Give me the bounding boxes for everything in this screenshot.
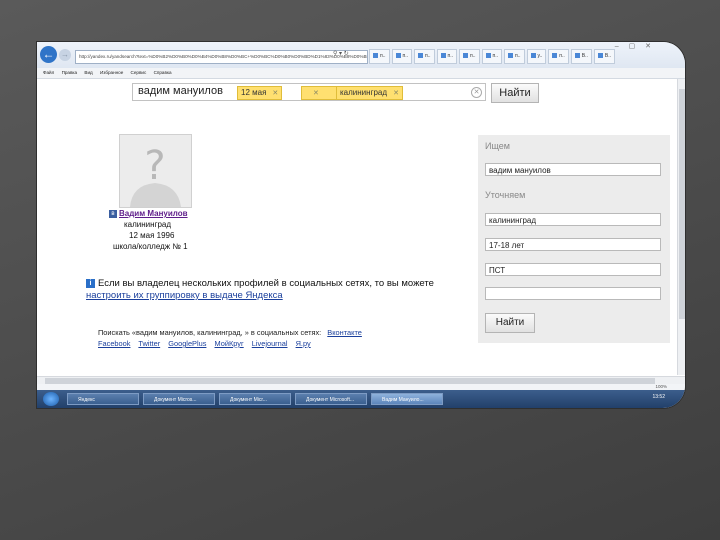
- network-link-facebook[interactable]: Facebook: [98, 339, 130, 348]
- unknown-user-icon: ?: [120, 135, 191, 207]
- menu-help[interactable]: Справка: [154, 70, 172, 75]
- grouping-info: i Если вы владелец нескольких профилей в …: [86, 278, 434, 301]
- page-icon: [508, 53, 513, 59]
- scroll-thumb[interactable]: [679, 89, 685, 319]
- vk-icon: в: [109, 209, 117, 218]
- browser-tab[interactable]: В..: [570, 49, 592, 64]
- profile-birth: 12 мая 1996: [129, 231, 175, 240]
- page-content: вадим мануилов 12 мая ✕ ✕ калининград ✕ ✕ …: [37, 79, 677, 375]
- clock: 13:52: [652, 394, 665, 400]
- menu-edit[interactable]: Правка: [62, 70, 78, 75]
- info-icon: i: [86, 278, 95, 288]
- school-field[interactable]: ПСТ: [485, 263, 661, 276]
- browser-tab[interactable]: п..: [548, 49, 569, 64]
- browser-tab[interactable]: п..: [436, 49, 457, 64]
- window-controls[interactable]: – ▢ ✕: [615, 42, 655, 50]
- task-yandex[interactable]: Яндекс: [67, 393, 139, 405]
- taskbar: Яндекс Документ Micros... Документ Micr.…: [37, 390, 685, 408]
- start-button-icon[interactable]: [43, 392, 59, 406]
- clear-search-icon[interactable]: ✕: [471, 87, 482, 98]
- back-arrow-icon[interactable]: ←: [40, 46, 57, 63]
- name-field[interactable]: вадим мануилов: [485, 163, 661, 176]
- address-bar[interactable]: http://yandex.ru/yandsearch?text=%D0%B2%…: [75, 50, 368, 64]
- refine-panel: Ищем вадим мануилов Уточняем калининград…: [478, 135, 670, 343]
- profile-name-row: в Вадим Мануилов: [109, 209, 188, 218]
- search-heading: Ищем: [485, 141, 510, 151]
- find-button[interactable]: Найти: [491, 83, 539, 103]
- profile-name-link[interactable]: Вадим Мануилов: [119, 209, 188, 218]
- task-doc-3[interactable]: Документ Microsoft...: [295, 393, 367, 405]
- filter-chip-empty[interactable]: ✕: [301, 86, 339, 100]
- profile-city: калининград: [124, 220, 172, 229]
- tab-strip: п.. п.. п.. п.. п.. п.. п.. у.. п.. В.. …: [369, 49, 616, 64]
- zoom-level[interactable]: 100%: [655, 384, 667, 389]
- chip-remove-icon[interactable]: ✕: [272, 90, 278, 97]
- browser-tab[interactable]: п..: [481, 49, 502, 64]
- browser-toolbar: ← → http://yandex.ru/yandsearch?text=%D0…: [37, 42, 685, 69]
- network-link-googleplus[interactable]: GooglePlus: [168, 339, 206, 348]
- chip-remove-icon[interactable]: ✕: [313, 90, 319, 97]
- page-icon: [463, 53, 468, 59]
- page-icon: [597, 53, 603, 59]
- browser-tab[interactable]: В..: [593, 49, 616, 64]
- menu-view[interactable]: Вид: [84, 70, 92, 75]
- forward-arrow-icon[interactable]: →: [59, 49, 71, 61]
- network-link-moikrug[interactable]: МойКруг: [215, 339, 244, 348]
- page-icon: [395, 53, 401, 59]
- profile-school: школа/колледж № 1: [113, 242, 188, 251]
- chip-remove-icon[interactable]: ✕: [393, 90, 399, 97]
- filter-chip-date[interactable]: 12 мая ✕: [237, 86, 283, 100]
- refine-heading: Уточняем: [485, 190, 526, 200]
- city-field[interactable]: калининград: [485, 213, 661, 226]
- page-icon: [552, 53, 558, 59]
- network-link-twitter[interactable]: Twitter: [138, 339, 160, 348]
- page-icon: [530, 53, 536, 59]
- task-doc-1[interactable]: Документ Micros...: [143, 393, 215, 405]
- extra-field[interactable]: [485, 287, 661, 300]
- browser-tab[interactable]: п..: [391, 49, 412, 64]
- page-icon: [440, 53, 446, 59]
- filter-chip-city[interactable]: калининград ✕: [336, 86, 403, 100]
- network-link-livejournal[interactable]: Livejournal: [252, 339, 288, 348]
- browser-window: ← → http://yandex.ru/yandsearch?text=%D0…: [37, 42, 685, 408]
- system-tray: 13:52: [652, 394, 665, 400]
- network-link-vk[interactable]: Вконтакте: [327, 328, 362, 337]
- browser-tab[interactable]: п..: [504, 49, 525, 64]
- page-icon: [373, 53, 378, 59]
- browser-tab[interactable]: п..: [414, 49, 435, 64]
- network-link-yaru[interactable]: Я.ру: [296, 339, 311, 348]
- search-input[interactable]: вадим мануилов 12 мая ✕ ✕ калининград ✕ ✕: [132, 83, 486, 101]
- panel-find-button[interactable]: Найти: [485, 313, 535, 333]
- task-doc-2[interactable]: Документ Micr...: [219, 393, 291, 405]
- grouping-link[interactable]: настроить их группировку в выдаче Яндекс…: [86, 290, 283, 301]
- browser-tab[interactable]: п..: [459, 49, 480, 64]
- browser-tab[interactable]: п..: [369, 49, 390, 64]
- networks-prefix: Поискать «вадим мануилов, калининград, »…: [98, 328, 322, 337]
- social-networks-row: Поискать «вадим мануилов, калининград, »…: [98, 327, 458, 349]
- menu-bar: Файл Правка Вид Избранное Сервис Справка: [37, 68, 685, 79]
- menu-tools[interactable]: Сервис: [131, 70, 147, 75]
- avatar[interactable]: ?: [119, 134, 192, 208]
- page-icon: [485, 53, 491, 59]
- page-icon: [574, 53, 580, 59]
- vertical-scrollbar[interactable]: [677, 79, 685, 375]
- address-search-icon[interactable]: ⚲ ▾ ↻: [333, 50, 349, 57]
- search-query: вадим мануилов: [138, 85, 223, 97]
- svg-text:?: ?: [144, 143, 165, 189]
- browser-tab[interactable]: у..: [526, 49, 547, 64]
- page-icon: [418, 53, 423, 59]
- task-browser[interactable]: Вадим Мануило...: [371, 393, 443, 405]
- menu-file[interactable]: Файл: [43, 70, 54, 75]
- menu-favorites[interactable]: Избранное: [100, 70, 123, 75]
- age-field[interactable]: 17-18 лет: [485, 238, 661, 251]
